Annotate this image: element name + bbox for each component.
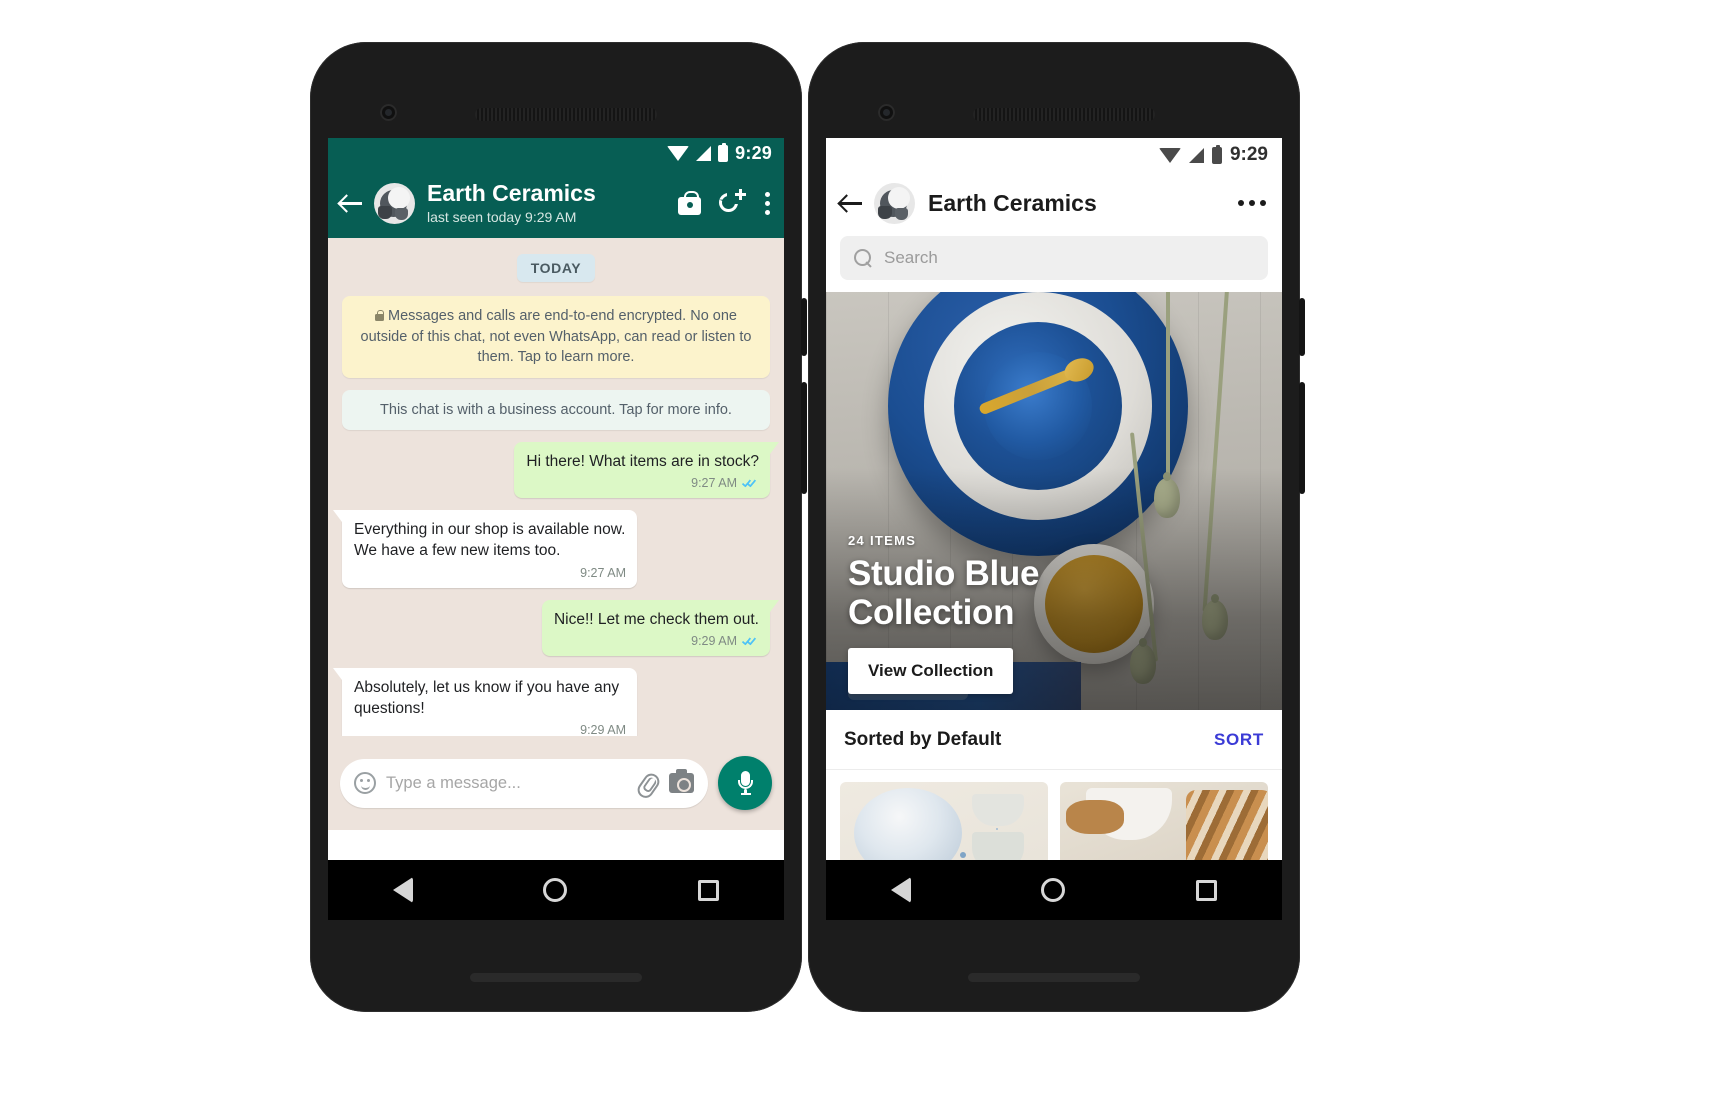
message-time: 9:27 AM (580, 565, 626, 580)
message-text: Nice!! Let me check them out. (553, 610, 759, 628)
product-tile[interactable] (1060, 782, 1268, 860)
emoji-smile-icon[interactable] (354, 772, 376, 794)
back-arrow-icon[interactable] (838, 190, 864, 216)
message-meta: 9:29 AM (554, 633, 759, 650)
power-button[interactable] (1299, 298, 1305, 356)
bottom-speaker-grille (470, 973, 642, 982)
message-meta: 9:27 AM (354, 565, 626, 582)
screenshot-stage: 9:29 Earth Ceramics last seen today 9:29… (0, 0, 1730, 1106)
message-row: Nice!! Let me check them out. 9:29 AM (342, 599, 780, 656)
signal-icon (1188, 147, 1204, 163)
product-tile[interactable] (840, 782, 1048, 860)
overflow-menu-icon[interactable] (764, 191, 770, 215)
contact-avatar[interactable] (374, 182, 415, 224)
sort-button[interactable]: SORT (1214, 730, 1264, 750)
search-placeholder: Search (884, 248, 938, 267)
chat-message-list[interactable]: TODAY Messages and calls are end-to-end … (328, 238, 784, 736)
battery-icon (718, 142, 729, 162)
message-meta: 9:27 AM (526, 475, 759, 492)
overflow-menu-icon[interactable] (1238, 200, 1266, 206)
hero-title: Studio Blue Collection (848, 553, 1040, 632)
sort-status-label: Sorted by Default (844, 728, 1002, 750)
message-meta: 9:29 AM (354, 722, 626, 736)
message-row: Absolutely, let us know if you have any … (333, 667, 770, 736)
bottom-speaker-grille (968, 973, 1140, 982)
wifi-icon (1158, 147, 1181, 163)
message-composer: Type a message... (328, 736, 784, 830)
back-triangle-icon[interactable] (393, 877, 414, 903)
screen-whatsapp-chat: 9:29 Earth Ceramics last seen today 9:29… (328, 138, 784, 860)
volume-button[interactable] (1299, 382, 1305, 494)
hero-text-block: 24 ITEMS Studio Blue Collection View Col… (848, 533, 1262, 694)
volume-button[interactable] (801, 382, 807, 494)
home-circle-icon[interactable] (1041, 878, 1066, 902)
read-receipt-icon (741, 477, 759, 489)
recents-square-icon[interactable] (697, 879, 719, 901)
battery-icon (1211, 144, 1222, 164)
status-bar-time: 9:29 (735, 142, 772, 163)
encryption-notice-text: Messages and calls are end-to-end encryp… (360, 308, 752, 366)
message-bubble-outgoing[interactable]: Hi there! What items are in stock? 9:27 … (514, 442, 779, 499)
message-input-field[interactable]: Type a message... (340, 758, 708, 808)
home-circle-icon[interactable] (543, 878, 568, 902)
contact-presence: last seen today 9:29 AM (427, 209, 577, 226)
chat-header: Earth Ceramics last seen today 9:29 AM (328, 168, 784, 238)
chat-title-block[interactable]: Earth Ceramics last seen today 9:29 AM (427, 180, 678, 227)
message-bubble-incoming[interactable]: Everything in our shop is available now.… (333, 510, 637, 588)
message-time: 9:29 AM (691, 633, 737, 648)
read-receipt-icon (741, 635, 759, 647)
call-add-icon[interactable] (719, 189, 746, 215)
business-name: Earth Ceramics (928, 189, 1097, 216)
message-time: 9:27 AM (691, 476, 737, 491)
status-bar-right: 9:29 (826, 138, 1282, 172)
lock-icon (374, 310, 384, 321)
hero-item-count: 24 ITEMS (848, 532, 917, 548)
message-time: 9:29 AM (580, 722, 626, 736)
message-text: Hi there! What items are in stock? (526, 453, 759, 471)
message-row: Hi there! What items are in stock? 9:27 … (342, 442, 779, 499)
paperclip-icon[interactable] (632, 767, 664, 799)
back-arrow-icon[interactable] (338, 190, 364, 216)
business-avatar[interactable] (874, 182, 915, 224)
front-camera-icon (380, 104, 397, 121)
day-divider: TODAY (516, 254, 596, 282)
camera-icon[interactable] (669, 769, 694, 793)
business-account-notice[interactable]: This chat is with a business account. Ta… (342, 389, 770, 431)
catalog-search-container: Search (826, 234, 1282, 292)
search-icon (854, 249, 872, 267)
message-bubble-incoming[interactable]: Absolutely, let us know if you have any … (333, 667, 637, 736)
encryption-notice[interactable]: Messages and calls are end-to-end encryp… (342, 296, 770, 378)
catalog-header: Earth Ceramics (826, 172, 1282, 234)
phone-device-left: 9:29 Earth Ceramics last seen today 9:29… (310, 42, 807, 1012)
product-grid (826, 770, 1282, 860)
earpiece-speaker (475, 108, 657, 121)
signal-icon (696, 145, 712, 161)
status-bar-time: 9:29 (1229, 144, 1268, 165)
sort-bar: Sorted by Default SORT (826, 710, 1282, 770)
contact-name: Earth Ceramics (427, 179, 596, 206)
power-button[interactable] (801, 298, 807, 356)
collection-hero-banner[interactable]: 24 ITEMS Studio Blue Collection View Col… (826, 292, 1282, 710)
phone-device-right: 9:29 Earth Ceramics Search 24 ITEMS Stud… (808, 42, 1305, 1012)
search-input[interactable]: Search (840, 236, 1268, 280)
message-text: Absolutely, let us know if you have any … (354, 678, 620, 717)
status-bar-left: 9:29 (328, 138, 784, 168)
earpiece-speaker (973, 108, 1155, 121)
view-collection-button[interactable]: View Collection (848, 648, 1014, 694)
message-input-placeholder: Type a message... (386, 773, 521, 792)
android-nav-bar-right (826, 860, 1282, 920)
microphone-button[interactable] (718, 756, 772, 810)
message-bubble-outgoing[interactable]: Nice!! Let me check them out. 9:29 AM (541, 599, 780, 656)
message-text: Everything in our shop is available now.… (354, 521, 626, 560)
android-nav-bar-left (328, 860, 784, 920)
back-triangle-icon[interactable] (891, 877, 912, 903)
chat-header-actions (678, 189, 772, 215)
shopping-bag-icon[interactable] (678, 191, 701, 215)
microphone-icon (738, 770, 753, 796)
recents-square-icon[interactable] (1195, 879, 1217, 901)
screen-catalog: 9:29 Earth Ceramics Search 24 ITEMS Stud… (826, 138, 1282, 860)
wifi-icon (667, 145, 690, 161)
message-row: Everything in our shop is available now.… (333, 510, 770, 588)
front-camera-icon (878, 104, 895, 121)
